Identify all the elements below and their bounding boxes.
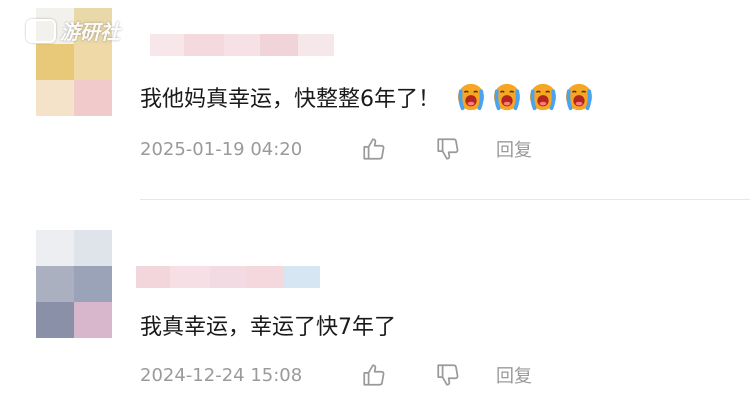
thumbs-up-icon bbox=[363, 364, 385, 386]
watermark-text: 游研社 bbox=[60, 20, 120, 44]
avatar-pixel bbox=[74, 230, 112, 266]
avatar[interactable] bbox=[36, 230, 112, 338]
crying-face-icon bbox=[565, 83, 593, 111]
watermark-logo-icon bbox=[26, 18, 56, 43]
username-pixel bbox=[246, 266, 284, 288]
username-pixel bbox=[298, 34, 334, 56]
thumbs-down-icon bbox=[437, 138, 459, 160]
username-pixel bbox=[210, 266, 246, 288]
reply-button[interactable]: 回复 bbox=[496, 136, 532, 162]
avatar-pixel bbox=[74, 44, 112, 80]
comment-text: 我真幸运，幸运了快7年了 bbox=[140, 308, 396, 342]
avatar-pixel bbox=[74, 80, 112, 116]
dislike-button[interactable] bbox=[434, 361, 462, 389]
crying-face-icon bbox=[529, 83, 557, 111]
avatar-pixel bbox=[74, 302, 112, 338]
comment-item: 我真幸运，幸运了快7年了 2024-12-24 15:08 回复 bbox=[0, 222, 750, 415]
comment-text: 我他妈真幸运，快整整6年了！ bbox=[140, 78, 594, 116]
username-pixel bbox=[284, 266, 320, 288]
divider bbox=[140, 199, 750, 200]
thumbs-up-icon bbox=[363, 138, 385, 160]
crying-face-icon bbox=[493, 83, 521, 111]
like-button[interactable] bbox=[360, 135, 388, 163]
avatar-pixel bbox=[36, 44, 74, 80]
avatar-pixel bbox=[36, 230, 74, 266]
comment-meta: 2024-12-24 15:08 回复 bbox=[140, 360, 532, 390]
username-redacted[interactable] bbox=[136, 266, 320, 288]
username-pixel bbox=[260, 34, 298, 56]
dislike-button[interactable] bbox=[434, 135, 462, 163]
timestamp: 2025-01-19 04:20 bbox=[140, 138, 303, 160]
like-button[interactable] bbox=[360, 361, 388, 389]
crying-face-icon bbox=[457, 83, 485, 111]
emoji-group bbox=[450, 82, 594, 112]
username-redacted[interactable] bbox=[150, 34, 334, 56]
reply-button[interactable]: 回复 bbox=[496, 362, 532, 388]
timestamp: 2024-12-24 15:08 bbox=[140, 364, 303, 386]
avatar-pixel bbox=[36, 80, 74, 116]
username-pixel bbox=[184, 34, 224, 56]
avatar-pixel bbox=[36, 302, 74, 338]
comment-meta: 2025-01-19 04:20 回复 bbox=[140, 134, 532, 164]
comment-body: 我真幸运，幸运了快7年了 bbox=[140, 315, 396, 340]
watermark: 游研社 bbox=[26, 16, 120, 45]
username-pixel bbox=[224, 34, 260, 56]
username-pixel bbox=[150, 34, 184, 56]
avatar-pixel bbox=[74, 266, 112, 302]
username-pixel bbox=[170, 266, 210, 288]
thumbs-down-icon bbox=[437, 364, 459, 386]
comment-body: 我他妈真幸运，快整整6年了！ bbox=[140, 87, 440, 112]
avatar-pixel bbox=[36, 266, 74, 302]
username-pixel bbox=[136, 266, 170, 288]
